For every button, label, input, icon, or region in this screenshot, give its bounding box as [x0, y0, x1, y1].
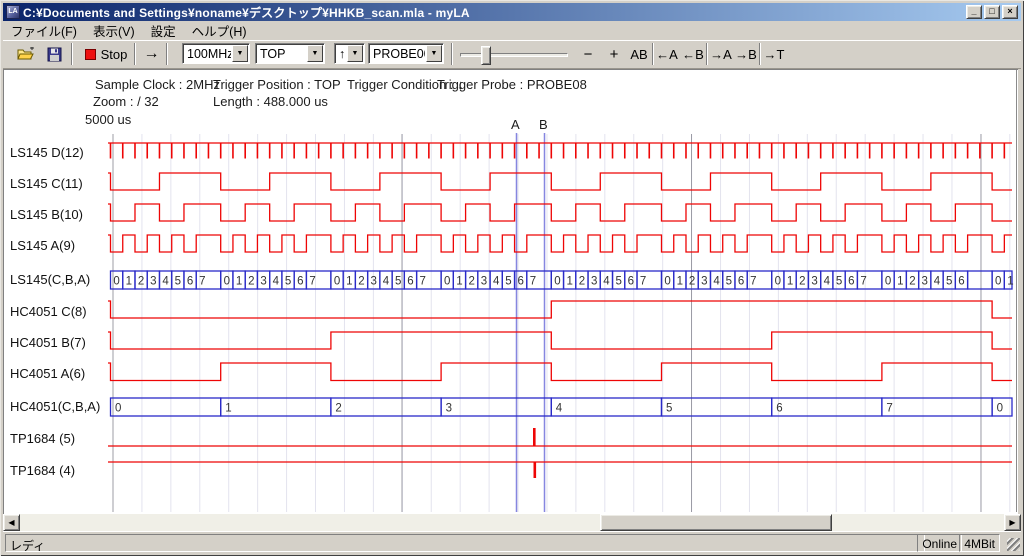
toolbar-separator: [451, 43, 453, 65]
maximize-button[interactable]: □: [984, 5, 1000, 19]
online-badge: Online: [917, 534, 962, 552]
goto-cursor-b-button[interactable]: ←B: [681, 43, 705, 65]
channel-label: LS145 C(11): [10, 176, 83, 191]
status-text: レディ: [10, 539, 45, 553]
next-cursor-a-button[interactable]: →A: [709, 43, 733, 65]
window-title: C:¥Documents and Settings¥noname¥デスクトップ¥…: [23, 4, 966, 21]
toolbar-separator: [652, 43, 654, 65]
sample-rate-combo[interactable]: 100MHz ▼: [182, 43, 250, 64]
trigger-position-info: Trigger Position : TOP: [213, 77, 341, 92]
resize-grip-icon[interactable]: [1007, 538, 1020, 551]
app-icon: LA: [6, 5, 20, 19]
goto-cursor-a-button[interactable]: ←A: [655, 43, 679, 65]
memory-badge: 4MBit: [959, 534, 1000, 552]
toolbar-separator: [706, 43, 708, 65]
menu-help[interactable]: ヘルプ(H): [184, 19, 255, 42]
cursor-a-label: A: [511, 117, 520, 132]
ab-cursor-button[interactable]: AB: [628, 43, 650, 65]
scroll-right-icon: ▶: [1009, 518, 1015, 527]
sample-rate-value: 100MHz: [183, 44, 231, 63]
channel-label: LS145 B(10): [10, 207, 83, 222]
horizontal-scrollbar[interactable]: ◀ ▶: [3, 514, 1021, 531]
minimize-button[interactable]: _: [966, 5, 982, 19]
chevron-down-icon[interactable]: ▼: [426, 45, 442, 62]
toolbar: Stop → 100MHz ▼ TOP ▼ ↑ ▼ PROBE00 ▼ − + …: [3, 40, 1021, 69]
channel-label: LS145(C,B,A): [10, 272, 90, 287]
menu-bar: ファイル(F) 表示(V) 設定 ヘルプ(H): [3, 21, 1021, 40]
run-button[interactable]: →: [138, 43, 165, 65]
close-button[interactable]: ×: [1002, 5, 1018, 19]
sample-clock-info: Sample Clock : 2MHz: [95, 77, 220, 92]
probe-value: PROBE00: [369, 44, 425, 63]
toolbar-separator: [759, 43, 761, 65]
zoom-info: Zoom : / 32: [93, 94, 159, 109]
floppy-save-icon: [47, 47, 62, 62]
waveform-view: [3, 69, 1018, 514]
status-bar: レディ Online 4MBit: [3, 531, 1021, 553]
goto-trigger-button[interactable]: →T: [762, 43, 786, 65]
save-button[interactable]: [42, 43, 66, 65]
cursor-b-label: B: [539, 117, 548, 132]
toolbar-separator: [71, 43, 73, 65]
scroll-right-button[interactable]: ▶: [1004, 514, 1021, 531]
channel-label: HC4051(C,B,A): [10, 399, 100, 414]
trigger-probe-info: Trigger Probe : PROBE08: [437, 77, 587, 92]
channel-label: TP1684 (4): [10, 463, 75, 478]
trigger-edge-value: ↑: [335, 44, 346, 63]
toolbar-separator: [166, 43, 168, 65]
open-button[interactable]: [14, 43, 38, 65]
stop-label: Stop: [101, 47, 128, 62]
status-message-panel: レディ: [5, 534, 925, 552]
toolbar-separator: [134, 43, 136, 65]
trigger-position-value: TOP: [256, 44, 306, 63]
next-cursor-b-button[interactable]: →B: [734, 43, 758, 65]
stop-button[interactable]: Stop: [78, 43, 134, 65]
trigger-position-combo[interactable]: TOP ▼: [255, 43, 325, 64]
chevron-down-icon[interactable]: ▼: [307, 45, 323, 62]
chevron-down-icon[interactable]: ▼: [347, 45, 363, 62]
length-info: Length : 488.000 us: [213, 94, 328, 109]
channel-label: LS145 A(9): [10, 238, 75, 253]
window-controls: _ □ ×: [966, 5, 1019, 19]
channel-label: LS145 D(12): [10, 145, 84, 160]
channel-label: HC4051 A(6): [10, 366, 85, 381]
zoom-slider[interactable]: [460, 53, 568, 57]
scrollbar-thumb[interactable]: [600, 514, 832, 531]
zoom-out-button[interactable]: −: [576, 43, 600, 65]
app-window: { "window": { "title": "C:¥Documents and…: [0, 0, 1024, 556]
run-arrow-icon: →: [144, 45, 160, 63]
channel-label: HC4051 C(8): [10, 304, 87, 319]
menu-view[interactable]: 表示(V): [85, 19, 143, 42]
trigger-edge-combo[interactable]: ↑ ▼: [334, 43, 365, 64]
zoom-slider-thumb[interactable]: [481, 46, 491, 65]
folder-open-icon: [17, 47, 35, 61]
menu-file[interactable]: ファイル(F): [3, 19, 85, 42]
probe-combo[interactable]: PROBE00 ▼: [368, 43, 444, 64]
chevron-down-icon[interactable]: ▼: [232, 45, 248, 62]
channel-label: TP1684 (5): [10, 431, 75, 446]
timescale-label: 5000 us: [85, 112, 131, 127]
stop-icon: [85, 49, 96, 60]
scroll-left-icon: ◀: [8, 518, 14, 527]
channel-label: HC4051 B(7): [10, 335, 86, 350]
scroll-left-button[interactable]: ◀: [3, 514, 20, 531]
menu-settings[interactable]: 設定: [143, 19, 184, 42]
zoom-in-button[interactable]: +: [602, 43, 626, 65]
